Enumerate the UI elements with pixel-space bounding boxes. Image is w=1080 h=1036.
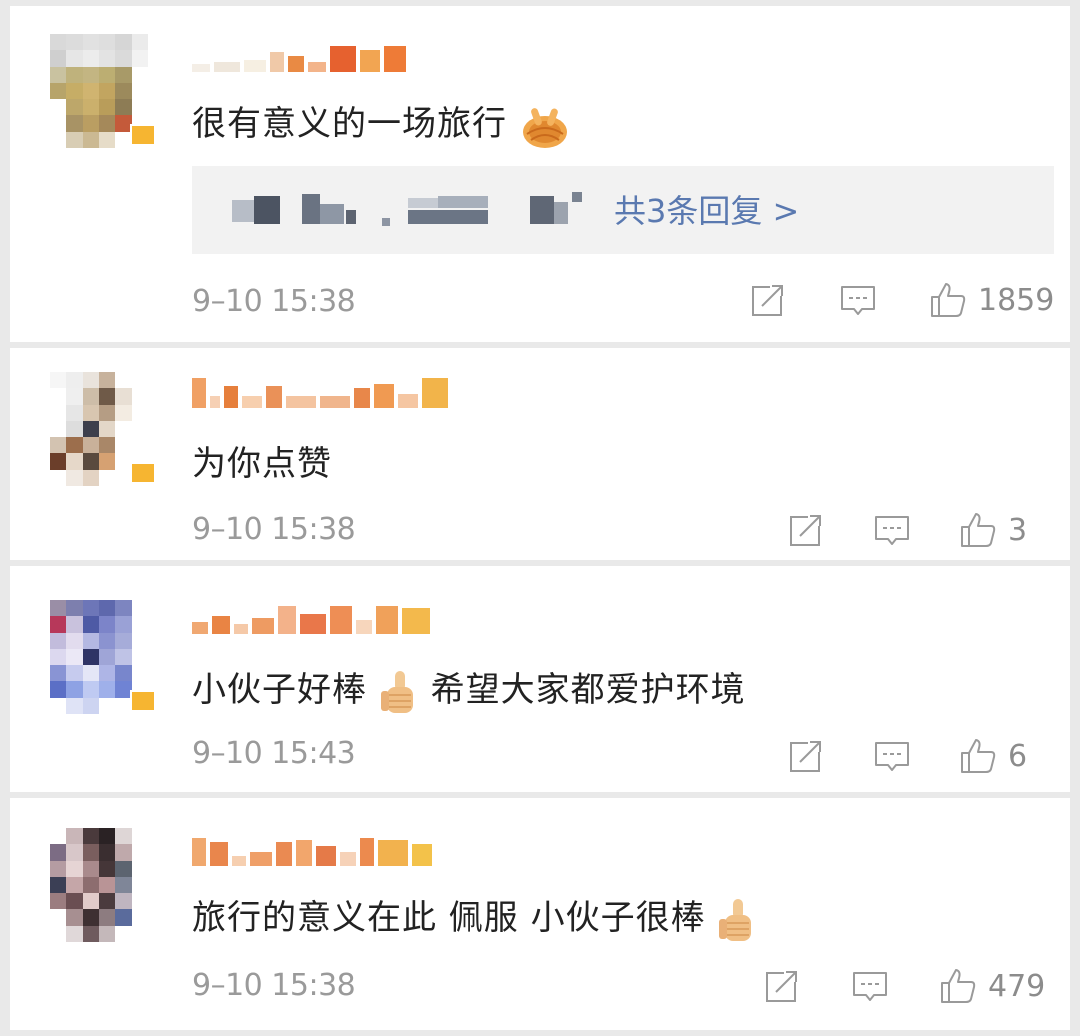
view-replies-link[interactable]: 共3条回复 > (614, 186, 799, 232)
comment-text: 小伙子好棒 希望大家都爱护环境 (192, 662, 746, 715)
avatar[interactable] (50, 372, 156, 486)
timestamp: 9–10 15:43 (192, 736, 356, 771)
clap-hands-emoji (522, 107, 567, 148)
share-icon[interactable] (786, 736, 826, 776)
username-blurred[interactable] (192, 836, 432, 866)
like-count: 3 (1008, 512, 1028, 548)
comment-icon[interactable] (872, 510, 912, 550)
thumbs-up-icon[interactable] (958, 510, 998, 550)
thumbs-up-emoji (719, 898, 752, 941)
replies-box[interactable]: 共3条回复 > (192, 166, 1054, 254)
timestamp: 9–10 15:38 (192, 968, 356, 1003)
comment-text: 很有意义的一场旅行 (192, 96, 571, 150)
avatar[interactable] (50, 828, 148, 942)
comment-card: 小伙子好棒 希望大家都爱护环境 9–10 15:43 6 (10, 566, 1070, 792)
share-icon[interactable] (762, 966, 802, 1006)
share-icon[interactable] (786, 510, 826, 550)
share-icon[interactable] (748, 280, 788, 320)
action-bar: 1859 (748, 280, 1054, 320)
timestamp: 9–10 15:38 (192, 512, 356, 547)
thumbs-up-icon[interactable] (958, 736, 998, 776)
like-count: 6 (1008, 738, 1028, 774)
comment-icon[interactable] (838, 280, 878, 320)
avatar[interactable] (50, 34, 156, 148)
thumbs-up-icon[interactable] (928, 280, 968, 320)
verified-badge (130, 462, 156, 484)
verified-badge (130, 690, 156, 712)
action-bar: 479 (762, 966, 1045, 1006)
reply-preview-blurred (232, 192, 602, 228)
thumbs-up-icon[interactable] (938, 966, 978, 1006)
verified-badge (130, 124, 156, 146)
action-bar: 3 (786, 510, 1027, 550)
avatar[interactable] (50, 600, 156, 714)
comment-text: 为你点赞 (192, 444, 332, 484)
action-bar: 6 (786, 736, 1027, 776)
username-blurred[interactable] (192, 604, 430, 634)
comment-card: 很有意义的一场旅行 共3条回复 > 9–10 15:38 1859 (10, 6, 1070, 342)
timestamp: 9–10 15:38 (192, 284, 356, 319)
username-blurred[interactable] (192, 42, 406, 72)
like-count: 1859 (978, 282, 1055, 318)
comment-text: 旅行的意义在此 佩服 小伙子很棒 (192, 890, 757, 943)
comment-card: 为你点赞 9–10 15:38 3 (10, 348, 1070, 560)
thumbs-up-emoji (380, 670, 413, 713)
like-count: 479 (988, 968, 1046, 1004)
comment-card: 旅行的意义在此 佩服 小伙子很棒 9–10 15:38 479 (10, 798, 1070, 1030)
comment-icon[interactable] (850, 966, 890, 1006)
comment-icon[interactable] (872, 736, 912, 776)
username-blurred[interactable] (192, 378, 448, 408)
